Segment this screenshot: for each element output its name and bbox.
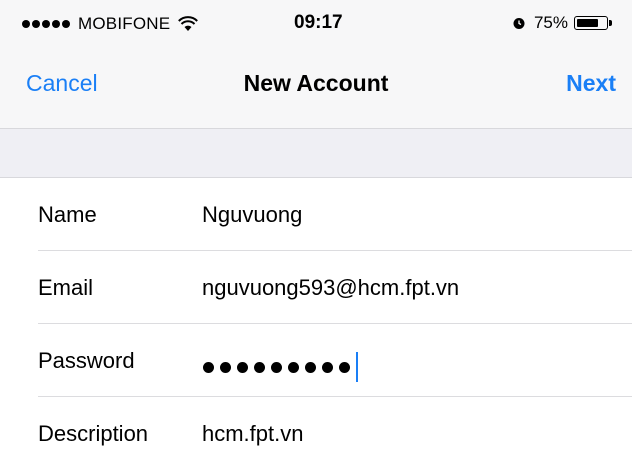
section-separator bbox=[0, 128, 632, 178]
password-mask-dot bbox=[203, 361, 214, 373]
password-row: Password bbox=[0, 324, 632, 397]
password-mask-dot bbox=[288, 361, 299, 373]
password-field[interactable] bbox=[203, 352, 358, 382]
password-mask-dot bbox=[237, 361, 248, 373]
page-title: New Account bbox=[243, 70, 389, 96]
password-mask-dot bbox=[220, 361, 231, 373]
password-label: Password bbox=[38, 348, 135, 373]
ios-screen: MOBIFONE 09:17 75% Cancel New Account Ne… bbox=[0, 0, 632, 469]
name-label: Name bbox=[38, 202, 97, 227]
email-label: Email bbox=[38, 275, 94, 300]
password-mask-dot bbox=[322, 361, 333, 373]
battery-nub bbox=[609, 20, 612, 26]
name-field[interactable]: Nguvuong bbox=[202, 202, 302, 228]
wifi-icon bbox=[178, 16, 199, 31]
password-mask-dot bbox=[271, 361, 282, 373]
email-field[interactable]: nguvuong593@hcm.fpt.vn bbox=[202, 275, 459, 301]
name-row: Name Nguvuong bbox=[0, 178, 632, 251]
text-cursor bbox=[356, 352, 358, 382]
alarm-icon bbox=[513, 18, 525, 29]
status-left: MOBIFONE bbox=[22, 14, 199, 34]
password-mask-dot bbox=[305, 361, 316, 373]
password-mask-dot bbox=[254, 361, 265, 373]
description-label: Description bbox=[38, 421, 149, 446]
carrier-name: MOBIFONE bbox=[78, 14, 171, 33]
status-bar: MOBIFONE 09:17 75% bbox=[0, 0, 632, 44]
email-row: Email nguvuong593@hcm.fpt.vn bbox=[0, 251, 632, 324]
battery-percent: 75% bbox=[533, 13, 568, 32]
navigation-bar: Cancel New Account Next bbox=[0, 44, 632, 128]
status-time: 09:17 bbox=[294, 12, 343, 33]
description-row: Description hcm.fpt.vn bbox=[0, 397, 632, 470]
description-field[interactable]: hcm.fpt.vn bbox=[202, 421, 303, 447]
account-form: Name Nguvuong Email nguvuong593@hcm.fpt.… bbox=[0, 178, 632, 469]
status-right: 75% bbox=[512, 13, 612, 33]
password-mask-dot bbox=[339, 361, 350, 373]
battery-icon bbox=[574, 16, 608, 30]
signal-strength-icon bbox=[22, 20, 72, 28]
next-button[interactable]: Next bbox=[566, 70, 616, 97]
